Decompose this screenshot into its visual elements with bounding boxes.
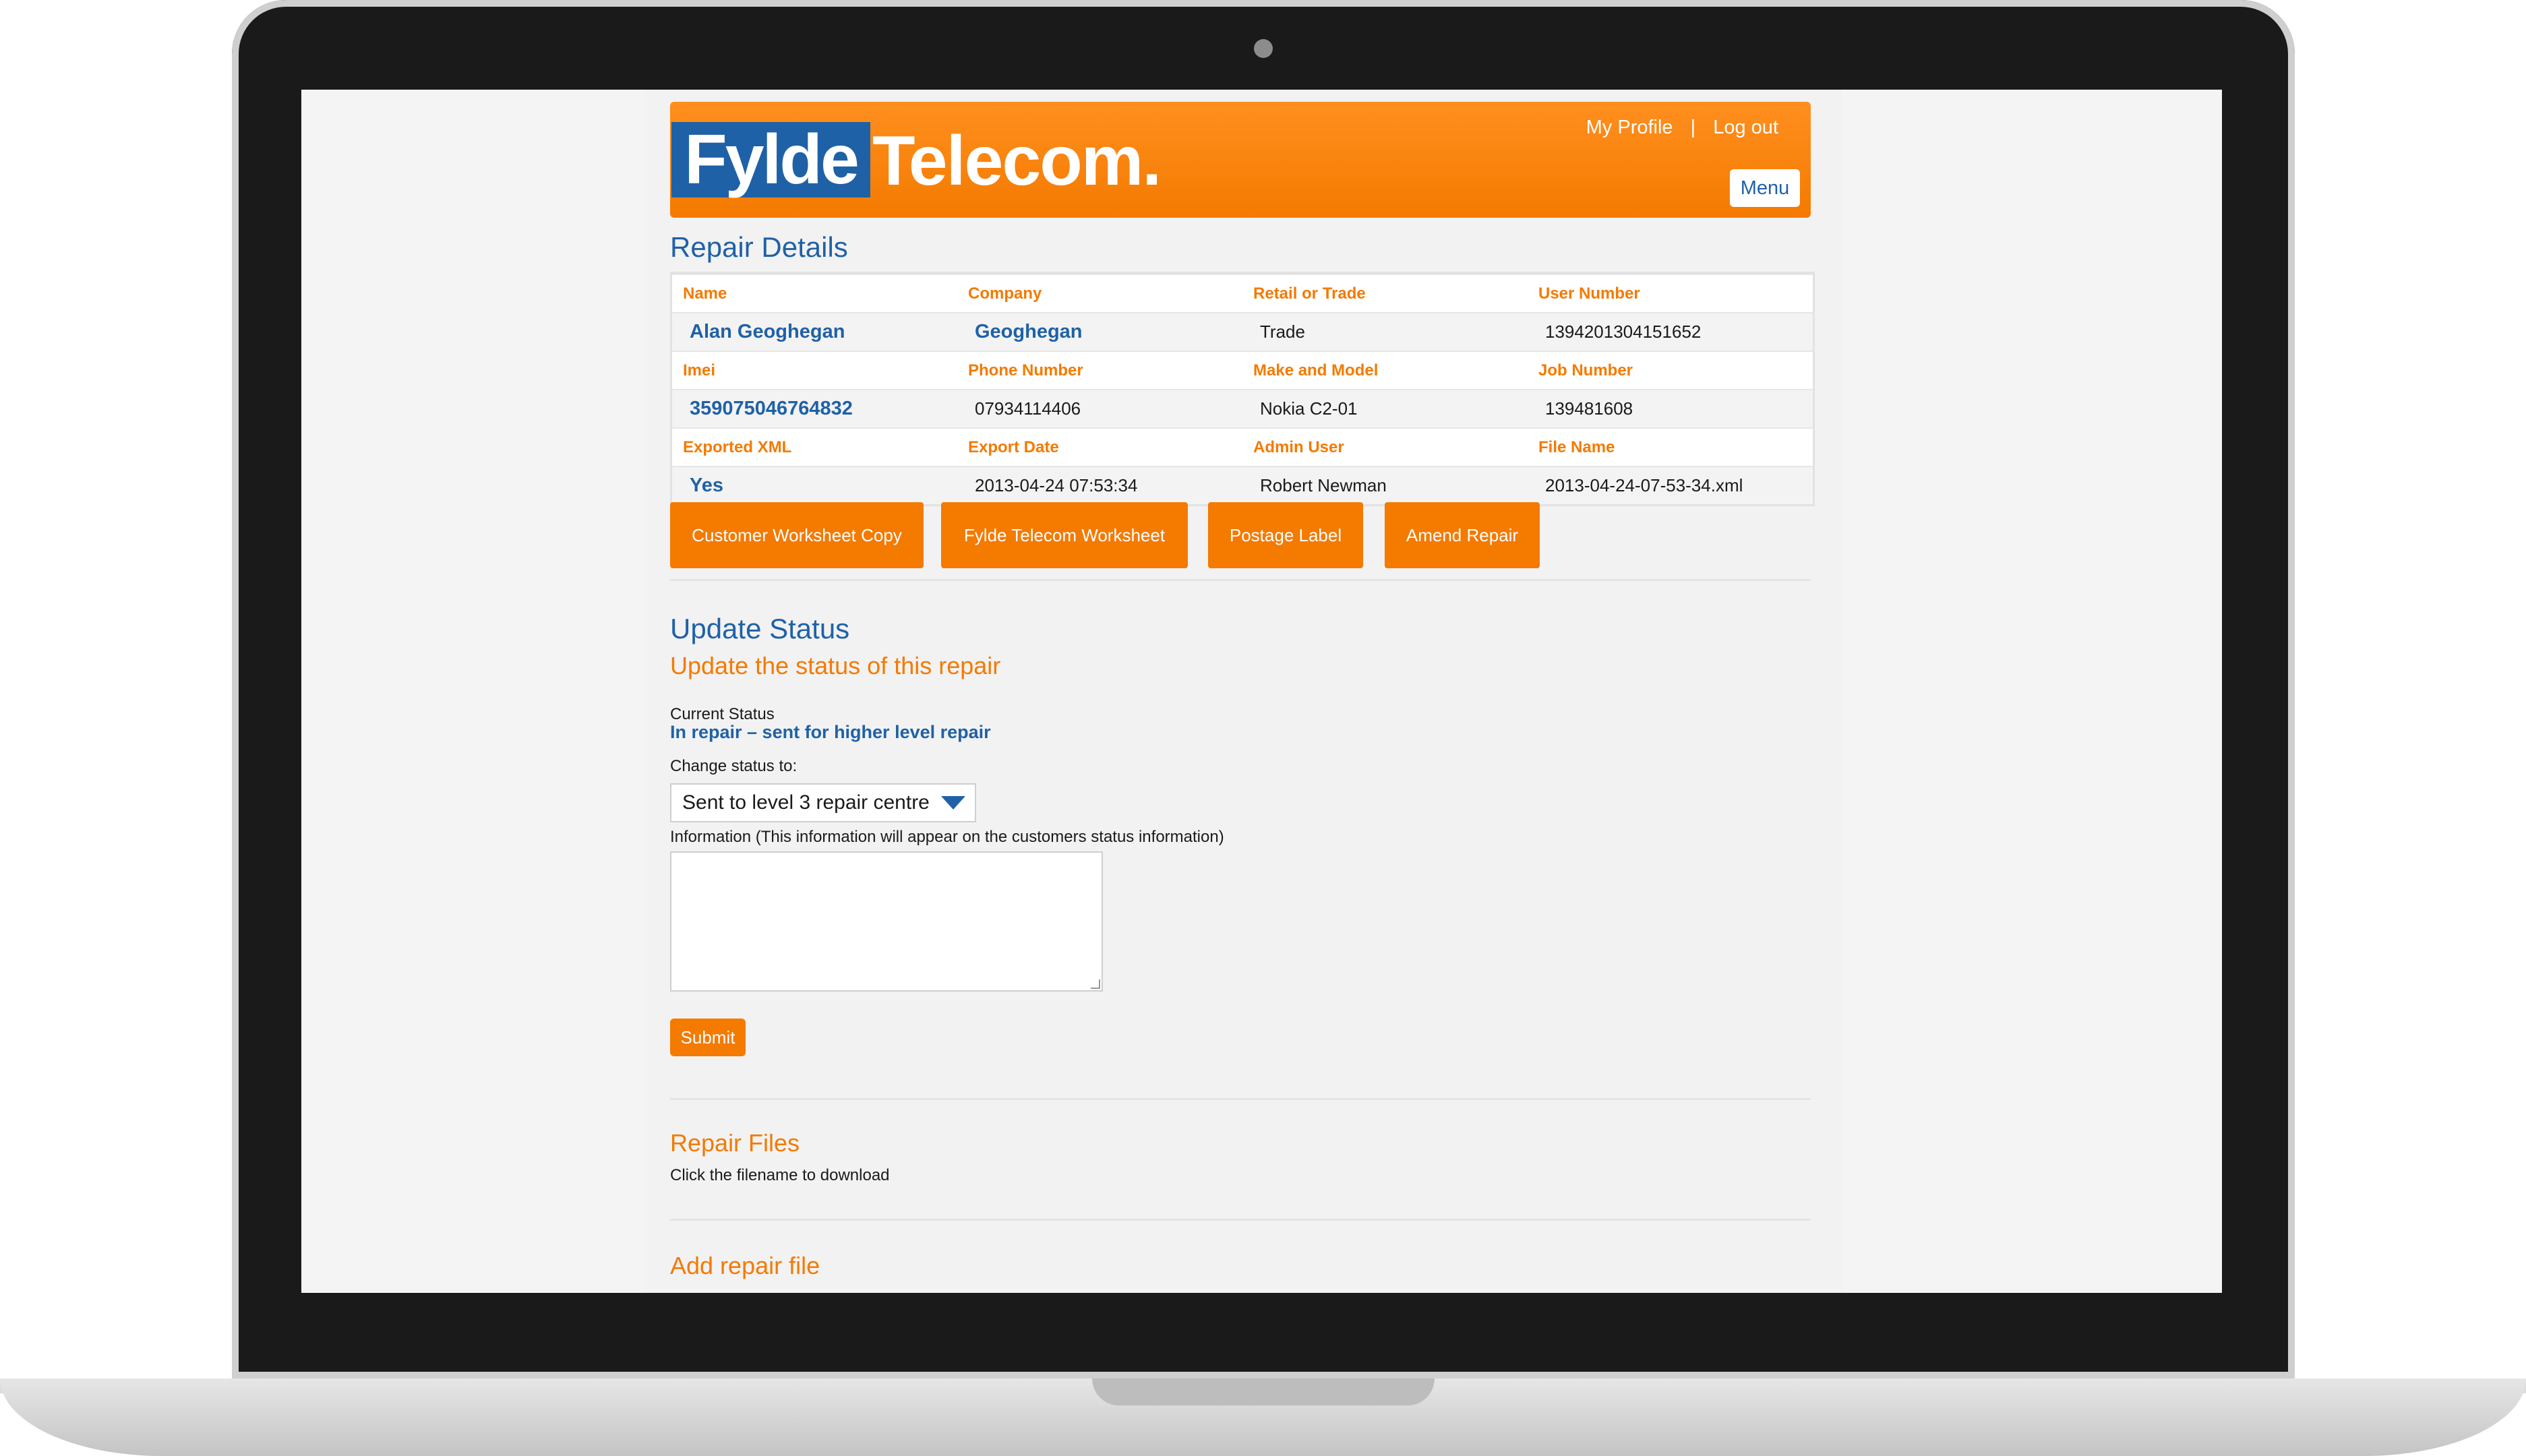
customer-worksheet-button[interactable]: Customer Worksheet Copy bbox=[670, 502, 924, 568]
link-separator: | bbox=[1690, 117, 1696, 138]
label-user-number: User Number bbox=[1538, 284, 1640, 303]
value-retail-or-trade: Trade bbox=[1260, 322, 1305, 342]
value-user-number: 1394201304151652 bbox=[1545, 322, 1702, 342]
site-header: Fylde Telecom. My Profile | Log out Menu bbox=[670, 102, 1811, 218]
label-name: Name bbox=[683, 284, 727, 303]
details-label-row: Exported XML Export Date Admin User File… bbox=[672, 427, 1813, 466]
update-status-subtitle: Update the status of this repair bbox=[670, 652, 1001, 679]
repair-details-table: Name Company Retail or Trade User Number… bbox=[670, 272, 1815, 506]
add-repair-file-title: Add repair file bbox=[670, 1252, 820, 1279]
menu-button[interactable]: Menu bbox=[1730, 169, 1800, 207]
value-file-name: 2013-04-24-07-53-34.xml bbox=[1545, 475, 1743, 495]
current-status-value: In repair – sent for higher level repair bbox=[670, 722, 991, 742]
value-name: Alan Geoghegan bbox=[690, 321, 845, 342]
information-textarea[interactable] bbox=[670, 851, 1103, 992]
dropdown-arrow-icon bbox=[941, 796, 965, 810]
divider bbox=[670, 1219, 1811, 1221]
camera-dot bbox=[1254, 39, 1273, 58]
details-value-row: 359075046764832 07934114406 Nokia C2-01 … bbox=[672, 389, 1813, 427]
change-status-label: Change status to: bbox=[670, 757, 798, 775]
repair-files-hint: Click the filename to download bbox=[670, 1166, 890, 1184]
repair-details-title: Repair Details bbox=[670, 231, 848, 263]
label-export-date: Export Date bbox=[968, 437, 1059, 456]
label-exported-xml: Exported XML bbox=[683, 437, 792, 456]
submit-button[interactable]: Submit bbox=[670, 1019, 746, 1056]
account-links: My Profile | Log out bbox=[1586, 117, 1778, 139]
details-label-row: Imei Phone Number Make and Model Job Num… bbox=[672, 351, 1813, 389]
value-make-and-model: Nokia C2-01 bbox=[1260, 398, 1358, 419]
divider bbox=[670, 579, 1811, 581]
page: Fylde Telecom. My Profile | Log out Menu… bbox=[644, 90, 1842, 1293]
label-company: Company bbox=[968, 284, 1042, 303]
postage-label-button[interactable]: Postage Label bbox=[1208, 502, 1363, 568]
value-company: Geoghegan bbox=[975, 321, 1083, 342]
value-exported-xml: Yes bbox=[690, 475, 723, 496]
details-value-row: Yes 2013-04-24 07:53:34 Robert Newman 20… bbox=[672, 466, 1813, 504]
status-select-value: Sent to level 3 repair centre bbox=[682, 791, 930, 814]
label-job-number: Job Number bbox=[1538, 361, 1633, 380]
label-make-and-model: Make and Model bbox=[1253, 361, 1379, 380]
value-export-date: 2013-04-24 07:53:34 bbox=[975, 475, 1138, 495]
fylde-worksheet-button[interactable]: Fylde Telecom Worksheet bbox=[941, 502, 1188, 568]
details-value-row: Alan Geoghegan Geoghegan Trade 139420130… bbox=[672, 312, 1813, 351]
laptop-notch bbox=[1092, 1378, 1435, 1405]
label-admin-user: Admin User bbox=[1253, 437, 1344, 456]
logo-mark[interactable]: Fylde bbox=[671, 122, 870, 198]
status-select[interactable]: Sent to level 3 repair centre bbox=[670, 783, 976, 822]
value-admin-user: Robert Newman bbox=[1260, 475, 1387, 495]
screen: Fylde Telecom. My Profile | Log out Menu… bbox=[301, 90, 2222, 1293]
log-out-link[interactable]: Log out bbox=[1713, 117, 1778, 138]
label-file-name: File Name bbox=[1538, 437, 1615, 456]
current-status-label: Current Status bbox=[670, 705, 775, 723]
resize-handle-icon[interactable] bbox=[1091, 979, 1100, 989]
label-phone-number: Phone Number bbox=[968, 361, 1083, 380]
information-label: Information (This information will appea… bbox=[670, 828, 1224, 846]
action-buttons: Customer Worksheet Copy Fylde Telecom Wo… bbox=[670, 502, 1811, 570]
my-profile-link[interactable]: My Profile bbox=[1586, 117, 1673, 138]
value-phone-number: 07934114406 bbox=[975, 398, 1081, 419]
logo-text-right: Telecom. bbox=[872, 122, 1162, 200]
label-imei: Imei bbox=[683, 361, 716, 380]
logo-text-left: Fylde bbox=[684, 121, 860, 199]
value-job-number: 139481608 bbox=[1545, 398, 1633, 419]
details-label-row: Name Company Retail or Trade User Number bbox=[672, 274, 1813, 312]
repair-files-title: Repair Files bbox=[670, 1129, 800, 1157]
label-retail-or-trade: Retail or Trade bbox=[1253, 284, 1366, 303]
divider bbox=[670, 1098, 1811, 1100]
value-imei: 359075046764832 bbox=[690, 398, 853, 419]
update-status-title: Update Status bbox=[670, 613, 850, 644]
amend-repair-button[interactable]: Amend Repair bbox=[1385, 502, 1540, 568]
